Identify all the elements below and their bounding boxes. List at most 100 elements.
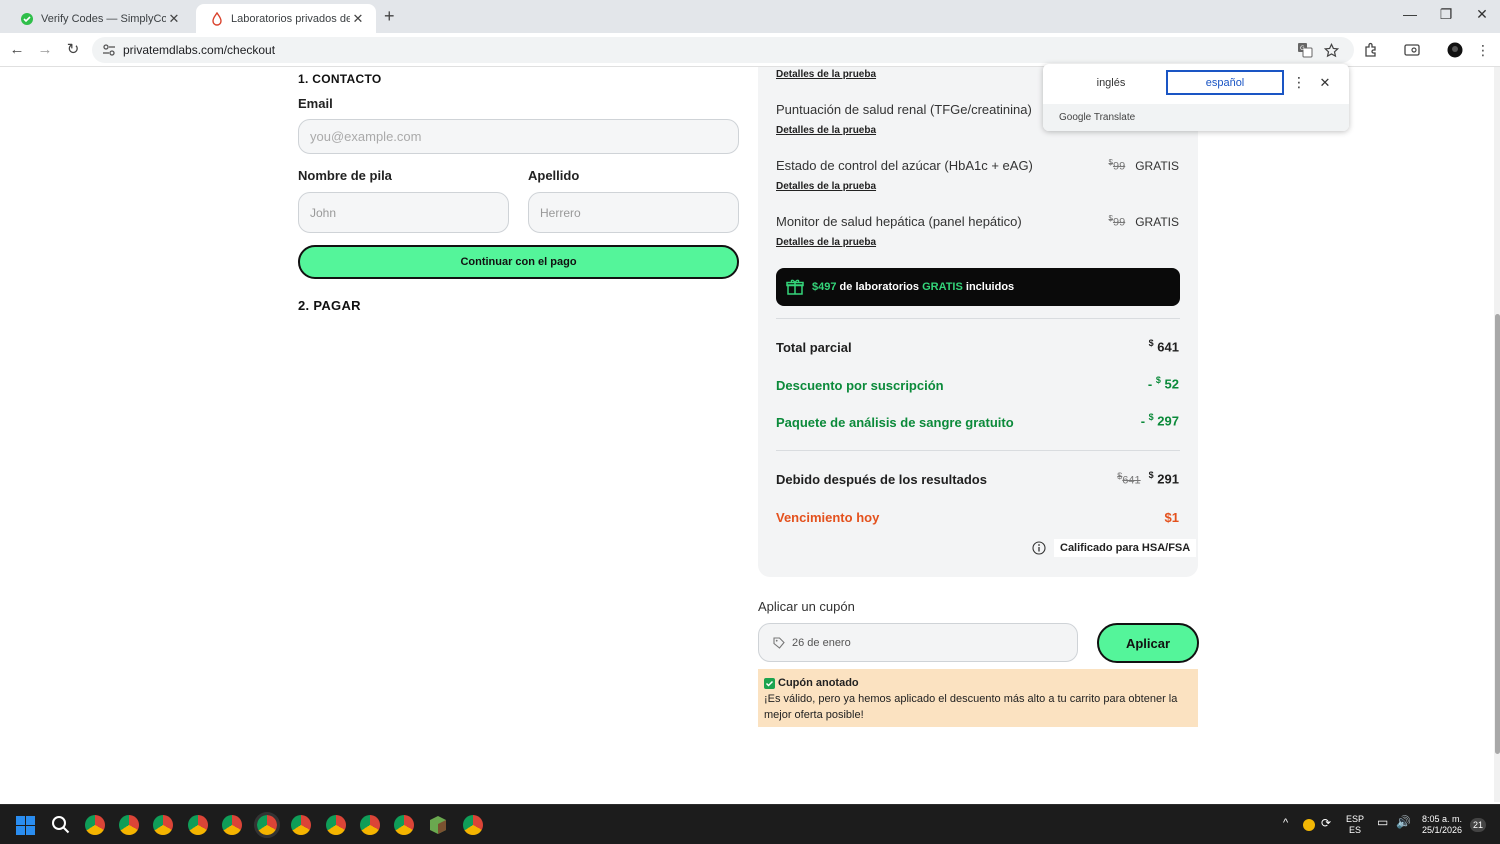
bundle-value: - $ 297	[1140, 412, 1179, 429]
test-details-link[interactable]: Detalles de la prueba	[776, 237, 876, 248]
apply-coupon-button[interactable]: Aplicar	[1097, 623, 1199, 663]
chrome-taskbar-icon[interactable]	[85, 815, 105, 835]
item-sugar-price: $99 GRATIS	[1109, 158, 1179, 173]
first-name-placeholder: John	[310, 205, 337, 220]
address-bar[interactable]: privatemdlabs.com/checkout G	[92, 37, 1354, 63]
order-summary-panel	[758, 67, 1198, 577]
free-labs-banner: $497 de laboratorios GRATIS incluidos	[776, 268, 1180, 306]
chrome-taskbar-icon[interactable]	[188, 815, 208, 835]
discount-label: Descuento por suscripción	[776, 378, 944, 393]
close-tab-icon[interactable]: ✕	[166, 11, 182, 27]
item-kidney-name: Puntuación de salud renal (TFGe/creatini…	[776, 102, 1032, 117]
tab-simplycodes[interactable]: Verify Codes — SimplyCodes ✕	[6, 4, 192, 33]
item-liver-price: $99 GRATIS	[1109, 214, 1179, 229]
translate-close-icon[interactable]: ✕	[1317, 70, 1333, 95]
tray-chevron-up-icon[interactable]: ^	[1283, 818, 1288, 829]
tab-privatemdlabs[interactable]: Laboratorios privados de MD: c ✕	[196, 4, 376, 33]
tray-language[interactable]: ESP ES	[1344, 814, 1366, 836]
subtotal-label: Total parcial	[776, 340, 852, 355]
url-text: privatemdlabs.com/checkout	[123, 43, 276, 57]
tray-app-icon[interactable]	[1303, 819, 1315, 831]
divider	[776, 450, 1180, 451]
free-price: GRATIS	[1135, 214, 1179, 229]
last-name-field[interactable]: Herrero	[528, 192, 739, 233]
scrollbar-thumb[interactable]	[1495, 314, 1500, 754]
tab-title: Verify Codes — SimplyCodes	[41, 12, 166, 25]
tag-icon	[773, 636, 785, 649]
chrome-taskbar-icon-active[interactable]	[254, 812, 280, 838]
tab-strip: Verify Codes — SimplyCodes ✕ Laboratorio…	[0, 0, 1500, 33]
divider	[776, 318, 1180, 319]
last-name-placeholder: Herrero	[540, 205, 581, 220]
discount-value: - $ 52	[1147, 375, 1179, 392]
restore-icon[interactable]: ❐	[1428, 6, 1464, 23]
new-tab-button[interactable]: +	[384, 6, 395, 27]
chrome-taskbar-icon[interactable]	[291, 815, 311, 835]
bookmark-star-icon[interactable]	[1321, 40, 1341, 60]
simplycodes-favicon-icon	[20, 12, 34, 26]
window-close-icon[interactable]: ✕	[1464, 6, 1500, 23]
notification-badge[interactable]: 21	[1470, 818, 1486, 832]
old-price: $99	[1108, 158, 1126, 173]
forward-icon[interactable]: →	[35, 40, 55, 60]
pay-heading: 2. PAGAR	[298, 298, 361, 313]
coupon-label: Aplicar un cupón	[758, 599, 855, 614]
test-details-link[interactable]: Detalles de la prueba	[776, 181, 876, 192]
test-details-link[interactable]: Detalles de la prueba	[776, 69, 876, 80]
tab-title: Laboratorios privados de MD: c	[231, 12, 350, 25]
browser-menu-icon[interactable]: ⋮	[1473, 40, 1493, 60]
hsa-fsa-badge: Calificado para HSA/FSA	[1054, 539, 1197, 557]
reload-icon[interactable]: ↻	[63, 40, 83, 60]
windows-start-icon[interactable]	[16, 816, 35, 840]
profile-avatar[interactable]	[1445, 40, 1465, 60]
contact-heading: 1. CONTACTO	[298, 72, 382, 86]
hsa-fsa-row: Calificado para HSA/FSA	[1032, 539, 1197, 557]
chrome-taskbar-icon[interactable]	[360, 815, 380, 835]
gift-icon	[786, 278, 804, 296]
test-details-link[interactable]: Detalles de la prueba	[776, 125, 876, 136]
tray-network-icon[interactable]: ▭	[1377, 816, 1388, 828]
free-price: GRATIS	[1135, 158, 1179, 173]
close-tab-icon[interactable]: ✕	[350, 11, 366, 27]
translate-lang-from[interactable]: inglés	[1057, 70, 1165, 95]
banner-amount: $497	[812, 281, 837, 293]
coupon-input[interactable]: 26 de enero	[758, 623, 1078, 662]
tray-volume-icon[interactable]: 🔊	[1396, 816, 1411, 828]
side-panel-search-icon[interactable]	[1402, 40, 1422, 60]
translate-lang-to[interactable]: español	[1166, 70, 1284, 95]
banner-free: GRATIS	[922, 281, 963, 293]
chrome-taskbar-icon[interactable]	[222, 815, 242, 835]
first-name-field[interactable]: John	[298, 192, 509, 233]
email-placeholder: you@example.com	[310, 129, 422, 144]
item-sugar-name: Estado de control del azúcar (HbA1c + eA…	[776, 158, 1033, 173]
chrome-taskbar-icon[interactable]	[394, 815, 414, 835]
translate-options-icon[interactable]: ⋮	[1291, 70, 1307, 95]
translate-popup: inglés español ⋮ ✕ Google Translate	[1043, 64, 1349, 131]
continue-to-payment-button[interactable]: Continuar con el pago	[298, 245, 739, 279]
info-icon[interactable]	[1032, 541, 1046, 555]
email-field[interactable]: you@example.com	[298, 119, 739, 154]
translate-provider: Google Translate	[1043, 104, 1349, 131]
tray-clock[interactable]: 8:05 a. m. 25/1/2026	[1416, 814, 1468, 836]
taskbar: ^ ⟳ ESP ES ▭ 🔊 8:05 a. m. 25/1/2026 21	[0, 804, 1500, 844]
chrome-taskbar-icon[interactable]	[463, 815, 483, 835]
extensions-icon[interactable]	[1361, 40, 1381, 60]
site-settings-icon[interactable]	[102, 43, 116, 57]
minimize-icon[interactable]: —	[1392, 6, 1428, 22]
due-today-label: Vencimiento hoy	[776, 510, 880, 525]
coupon-notice-title: Cupón anotado	[764, 675, 1192, 691]
minecraft-taskbar-icon[interactable]	[429, 815, 447, 840]
chrome-taskbar-icon[interactable]	[326, 815, 346, 835]
item-liver-name: Monitor de salud hepática (panel hepátic…	[776, 214, 1022, 229]
browser-toolbar: ← → ↻ privatemdlabs.com/checkout G ⋮	[0, 33, 1500, 67]
subtotal-value: $ 641	[1148, 338, 1179, 355]
translate-icon[interactable]: G	[1295, 40, 1315, 60]
bundle-label: Paquete de análisis de sangre gratuito	[776, 415, 1014, 430]
due-after-current: $ 291	[1148, 470, 1179, 487]
search-icon[interactable]	[51, 815, 70, 839]
chrome-taskbar-icon[interactable]	[119, 815, 139, 835]
back-icon[interactable]: ←	[7, 40, 27, 60]
chrome-taskbar-icon[interactable]	[153, 815, 173, 835]
tray-sync-icon[interactable]: ⟳	[1321, 817, 1331, 829]
coupon-value: 26 de enero	[792, 636, 851, 649]
